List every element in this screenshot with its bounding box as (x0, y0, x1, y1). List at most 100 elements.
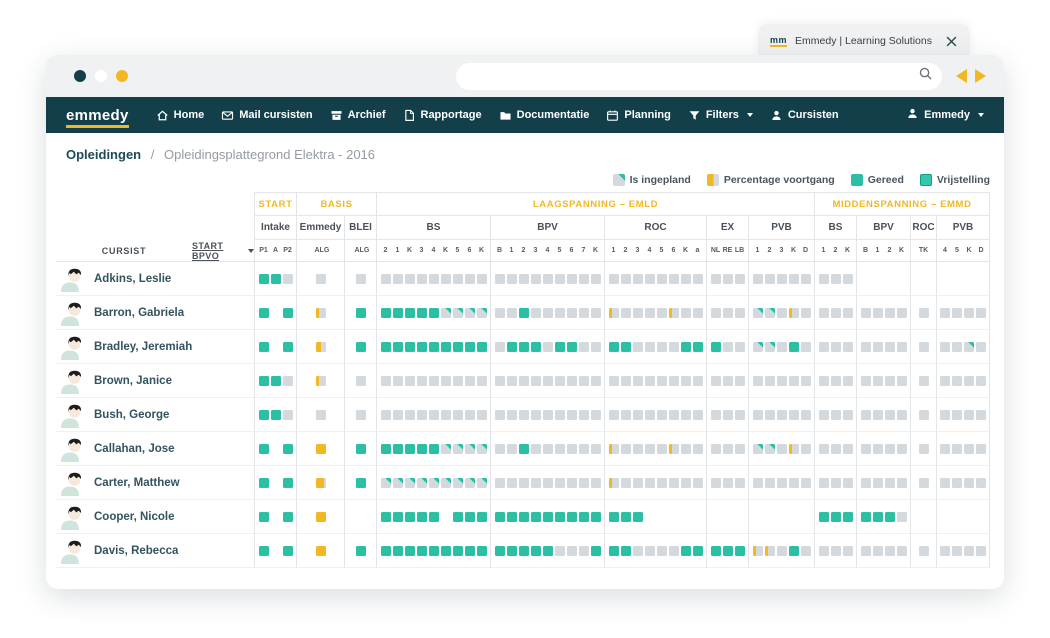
progress-cell[interactable] (507, 410, 517, 420)
progress-cell[interactable] (495, 410, 505, 420)
progress-cell[interactable] (777, 342, 787, 352)
progress-cell[interactable] (495, 342, 505, 352)
progress-cell[interactable] (964, 308, 974, 318)
progress-cell[interactable] (381, 512, 391, 522)
progress-cell[interactable] (681, 546, 691, 556)
progress-cell[interactable] (429, 546, 439, 556)
progress-cell[interactable] (283, 342, 293, 352)
progress-cell[interactable] (393, 308, 403, 318)
progress-cell[interactable] (381, 546, 391, 556)
nav-item-mail-cursisten[interactable]: Mail cursisten (221, 109, 312, 122)
progress-cell[interactable] (519, 478, 529, 488)
progress-cell[interactable] (453, 512, 463, 522)
progress-cell[interactable] (579, 444, 589, 454)
progress-cell[interactable] (765, 274, 775, 284)
progress-cell[interactable] (753, 342, 763, 352)
progress-cell[interactable] (453, 342, 463, 352)
progress-cell[interactable] (393, 376, 403, 386)
progress-cell[interactable] (259, 410, 269, 420)
progress-cell[interactable] (681, 410, 691, 420)
progress-cell[interactable] (765, 376, 775, 386)
progress-cell[interactable] (465, 376, 475, 386)
progress-cell[interactable] (873, 444, 883, 454)
progress-cell[interactable] (283, 308, 293, 318)
progress-cell[interactable] (952, 444, 962, 454)
progress-cell[interactable] (873, 376, 883, 386)
progress-cell[interactable] (579, 274, 589, 284)
progress-cell[interactable] (919, 308, 929, 318)
progress-cell[interactable] (316, 274, 326, 284)
nav-item-cursisten[interactable]: Cursisten (770, 109, 839, 122)
progress-cell[interactable] (465, 274, 475, 284)
progress-cell[interactable] (453, 410, 463, 420)
progress-cell[interactable] (885, 376, 895, 386)
progress-cell[interactable] (897, 410, 907, 420)
progress-cell[interactable] (453, 444, 463, 454)
progress-cell[interactable] (567, 376, 577, 386)
progress-cell[interactable] (316, 376, 326, 386)
progress-cell[interactable] (735, 478, 745, 488)
progress-cell[interactable] (356, 478, 366, 488)
window-dot-maximize[interactable] (116, 70, 128, 82)
progress-cell[interactable] (495, 444, 505, 454)
progress-cell[interactable] (271, 274, 281, 284)
progress-cell[interactable] (976, 376, 986, 386)
progress-cell[interactable] (765, 342, 775, 352)
progress-cell[interactable] (669, 478, 679, 488)
progress-cell[interactable] (465, 478, 475, 488)
progress-cell[interactable] (507, 274, 517, 284)
progress-cell[interactable] (964, 410, 974, 420)
progress-cell[interactable] (609, 308, 619, 318)
progress-cell[interactable] (567, 546, 577, 556)
progress-cell[interactable] (283, 478, 293, 488)
progress-cell[interactable] (801, 274, 811, 284)
progress-cell[interactable] (579, 410, 589, 420)
progress-cell[interactable] (735, 444, 745, 454)
progress-cell[interactable] (429, 376, 439, 386)
progress-cell[interactable] (723, 308, 733, 318)
progress-cell[interactable] (831, 308, 841, 318)
progress-cell[interactable] (441, 410, 451, 420)
progress-cell[interactable] (609, 342, 619, 352)
progress-cell[interactable] (621, 546, 631, 556)
progress-cell[interactable] (567, 512, 577, 522)
progress-cell[interactable] (831, 478, 841, 488)
progress-cell[interactable] (735, 274, 745, 284)
progress-cell[interactable] (633, 274, 643, 284)
nav-item-home[interactable]: Home (156, 109, 205, 122)
progress-cell[interactable] (919, 444, 929, 454)
progress-cell[interactable] (777, 410, 787, 420)
progress-cell[interactable] (633, 444, 643, 454)
progress-cell[interactable] (669, 274, 679, 284)
progress-cell[interactable] (417, 410, 427, 420)
progress-cell[interactable] (405, 342, 415, 352)
progress-cell[interactable] (283, 546, 293, 556)
progress-cell[interactable] (259, 308, 269, 318)
progress-cell[interactable] (801, 308, 811, 318)
progress-cell[interactable] (777, 308, 787, 318)
progress-cell[interactable] (976, 308, 986, 318)
progress-cell[interactable] (507, 478, 517, 488)
progress-cell[interactable] (777, 376, 787, 386)
progress-cell[interactable] (259, 274, 269, 284)
progress-cell[interactable] (429, 308, 439, 318)
progress-cell[interactable] (356, 308, 366, 318)
progress-cell[interactable] (555, 478, 565, 488)
progress-cell[interactable] (657, 308, 667, 318)
progress-cell[interactable] (417, 546, 427, 556)
progress-cell[interactable] (567, 444, 577, 454)
progress-cell[interactable] (495, 376, 505, 386)
progress-cell[interactable] (567, 308, 577, 318)
progress-cell[interactable] (477, 342, 487, 352)
progress-cell[interactable] (621, 512, 631, 522)
progress-cell[interactable] (591, 308, 601, 318)
progress-cell[interactable] (356, 342, 366, 352)
progress-cell[interactable] (843, 308, 853, 318)
progress-cell[interactable] (543, 376, 553, 386)
progress-cell[interactable] (789, 546, 799, 556)
progress-cell[interactable] (645, 308, 655, 318)
student-name[interactable]: Barron, Gabriela (94, 307, 184, 319)
progress-cell[interactable] (723, 410, 733, 420)
progress-cell[interactable] (621, 376, 631, 386)
progress-cell[interactable] (711, 376, 721, 386)
